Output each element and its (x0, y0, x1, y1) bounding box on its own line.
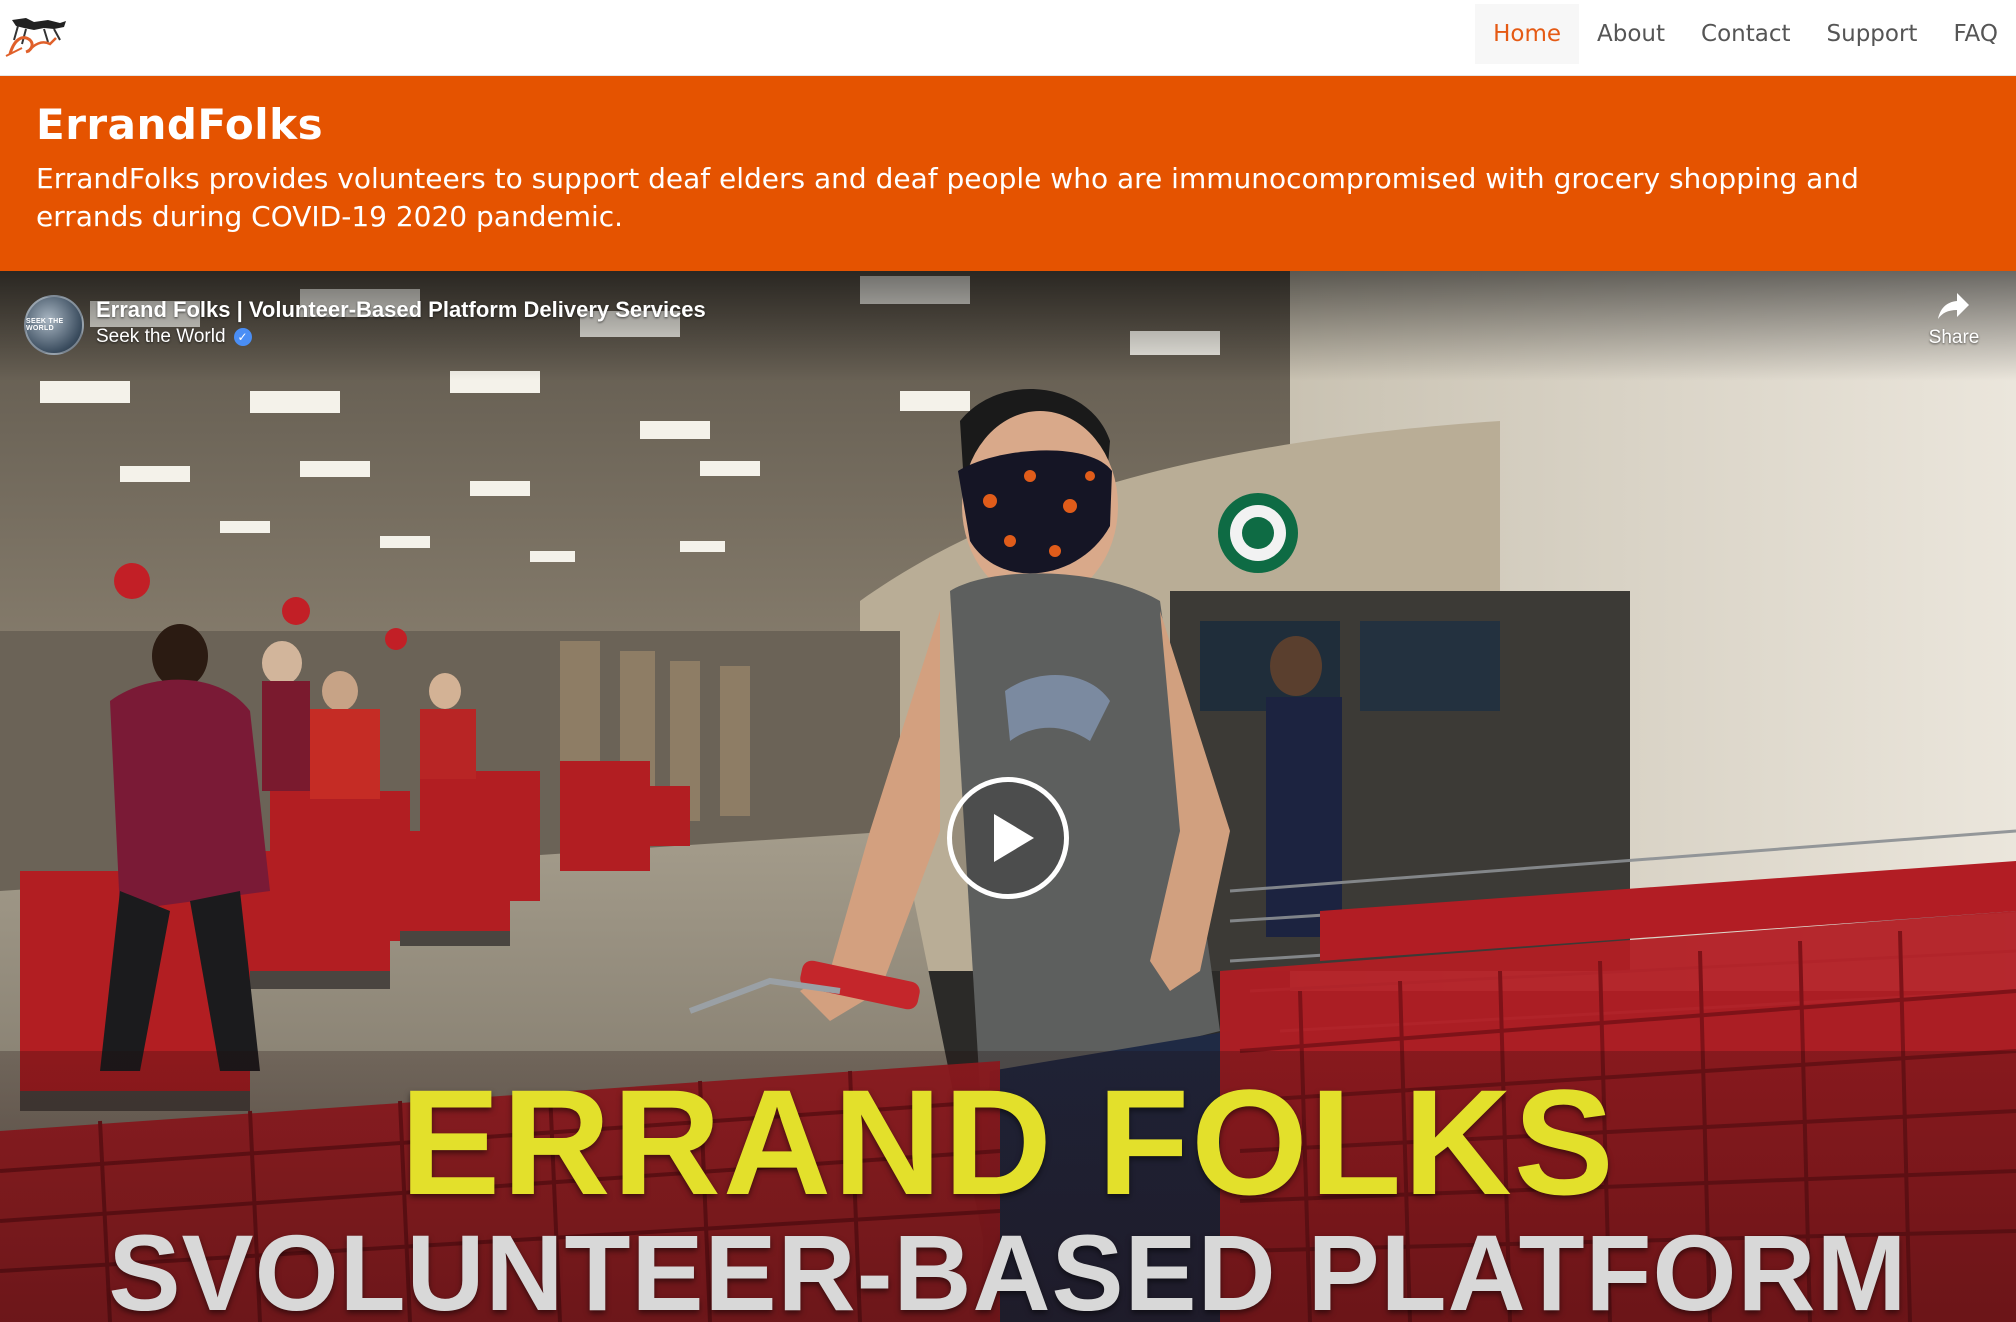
verified-badge-icon: ✓ (233, 328, 252, 346)
share-button[interactable]: Share (1922, 291, 1986, 349)
hero-title: ErrandFolks (36, 100, 324, 149)
site-logo[interactable] (4, 10, 70, 58)
channel-avatar-text: SEEK THE WORLD (26, 318, 64, 332)
video-top-shade (0, 271, 2016, 381)
play-button[interactable] (947, 777, 1069, 899)
play-icon (994, 814, 1034, 862)
hero-description: ErrandFolks provides volunteers to suppo… (36, 162, 1859, 233)
nav-home[interactable]: Home (1475, 4, 1580, 64)
nav-contact[interactable]: Contact (1683, 4, 1808, 64)
share-arrow-icon (1938, 293, 1969, 319)
nav-about[interactable]: About (1579, 4, 1683, 64)
video-player[interactable]: SEEK THE WORLD Errand Folks | Volunteer-… (0, 271, 2016, 1322)
video-caption-line1: ERRAND FOLKS (400, 1058, 1616, 1226)
channel-row: Seek the World ✓ (96, 326, 252, 348)
nav-faq[interactable]: FAQ (1935, 4, 2016, 64)
nav-support[interactable]: Support (1809, 4, 1936, 64)
share-label: Share (1928, 327, 1980, 348)
video-title[interactable]: Errand Folks | Volunteer-Based Platform … (96, 297, 706, 323)
channel-avatar[interactable]: SEEK THE WORLD (24, 295, 84, 355)
hero-banner: ErrandFolks ErrandFolks provides volunte… (0, 76, 2016, 271)
channel-name[interactable]: Seek the World (96, 326, 226, 348)
navbar: Home About Contact Support FAQ (0, 0, 2016, 76)
video-caption-line2: SVOLUNTEER-BASED PLATFORM (108, 1212, 1908, 1322)
nav-links: Home About Contact Support FAQ (1475, 4, 2016, 64)
